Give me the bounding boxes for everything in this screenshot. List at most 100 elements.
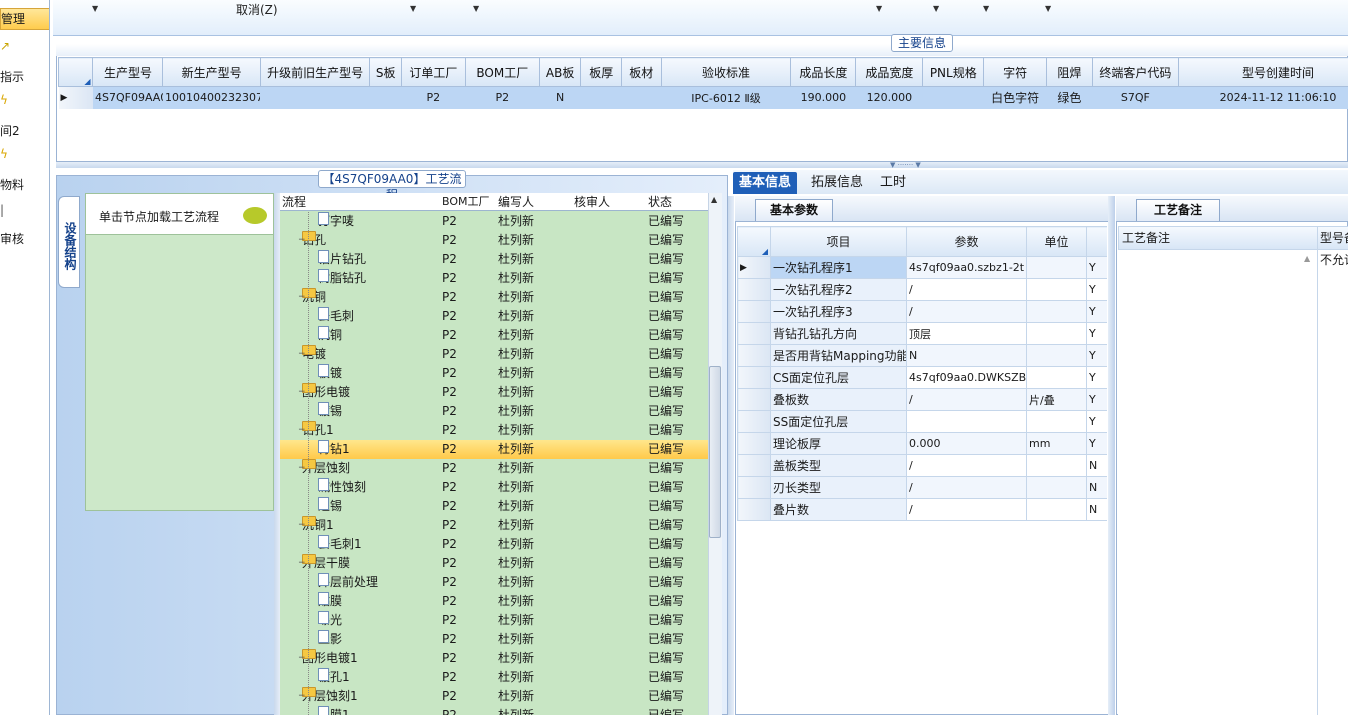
- tree-node[interactable]: 钻孔− P2 杜列新 已编写: [280, 231, 708, 250]
- tab-process-remarks[interactable]: 工艺备注: [1136, 199, 1220, 221]
- tree-header-author[interactable]: 编写人: [498, 194, 534, 210]
- left-nav-item-1[interactable]: ↗ 指示: [0, 40, 49, 84]
- tree-node[interactable]: 钻孔1− P2 杜列新 已编写: [280, 421, 708, 440]
- column-header[interactable]: 成品长度: [790, 57, 857, 87]
- model-remark-header[interactable]: 型号备: [1317, 226, 1348, 250]
- column-header[interactable]: PNL规格: [922, 57, 985, 87]
- param-header-param[interactable]: 参数: [906, 226, 1027, 257]
- column-header[interactable]: S板: [369, 57, 402, 87]
- dropdown-arrow-icon[interactable]: ▼: [983, 4, 989, 13]
- table-cell[interactable]: 2024-11-12 11:06:10: [1178, 87, 1348, 109]
- param-row[interactable]: 刃长类型 / N: [737, 476, 1107, 499]
- param-cell-item[interactable]: 一次钻孔程序2: [770, 278, 907, 301]
- table-cell[interactable]: 10010400232307: [163, 87, 260, 109]
- table-cell[interactable]: S7QF: [1092, 87, 1178, 109]
- param-cell-flag[interactable]: Y: [1086, 322, 1107, 345]
- side-tab-equipment[interactable]: 设备结构: [58, 196, 80, 288]
- param-cell-item[interactable]: 背钻孔钻孔方向: [770, 322, 907, 345]
- collapse-icon[interactable]: −: [298, 687, 306, 706]
- table-row[interactable]: ▶ 4S7QF09AA0 10010400232307 P2 P2 N IPC-…: [58, 86, 1348, 109]
- collapse-icon[interactable]: −: [298, 459, 306, 478]
- param-row[interactable]: 背钻孔钻孔方向 顶层 Y: [737, 322, 1107, 345]
- table-cell[interactable]: [260, 87, 370, 109]
- column-header[interactable]: 验收标准: [660, 57, 792, 87]
- tree-node[interactable]: 背钻1 P2 杜列新 已编写: [280, 440, 708, 459]
- tree-node[interactable]: 外层前处理 P2 杜列新 已编写: [280, 573, 708, 592]
- tree-node[interactable]: 外层蚀刻1− P2 杜列新 已编写: [280, 687, 708, 706]
- tree-node[interactable]: 镀孔1 P2 杜列新 已编写: [280, 668, 708, 687]
- dropdown-arrow-icon[interactable]: ▼: [933, 4, 939, 13]
- param-cell-flag[interactable]: Y: [1086, 278, 1107, 301]
- param-cell-unit[interactable]: [1026, 410, 1087, 433]
- param-cell-item[interactable]: 刃长类型: [770, 476, 907, 499]
- param-cell-item[interactable]: 一次钻孔程序1: [770, 256, 907, 279]
- column-header[interactable]: 成品宽度: [855, 57, 924, 87]
- tree-node[interactable]: 曝光 P2 杜列新 已编写: [280, 611, 708, 630]
- column-header[interactable]: 型号创建时间: [1177, 57, 1348, 87]
- collapse-icon[interactable]: −: [298, 554, 306, 573]
- param-header-flag[interactable]: [1086, 226, 1107, 257]
- left-nav-item-3[interactable]: ϟ 物料: [0, 148, 49, 192]
- param-cell-item[interactable]: SS面定位孔层: [770, 410, 907, 433]
- param-row[interactable]: 叠片数 / N: [737, 498, 1107, 521]
- tab-basic-info[interactable]: 基本信息: [733, 172, 798, 194]
- column-header[interactable]: AB板: [538, 57, 582, 87]
- splitter-grip-icon[interactable]: ▼ ······· ▼: [890, 161, 921, 169]
- param-cell-item[interactable]: 是否用背钻Mapping功能: [770, 344, 907, 367]
- table-cell[interactable]: [622, 87, 662, 109]
- splitter-horizontal[interactable]: [56, 162, 1348, 168]
- dropdown-arrow-icon[interactable]: ▼: [1045, 4, 1051, 13]
- param-row[interactable]: 盖板类型 / N: [737, 454, 1107, 477]
- tree-header-flow[interactable]: 流程: [282, 194, 306, 210]
- table-cell[interactable]: 绿色: [1047, 87, 1093, 109]
- left-nav-item-2[interactable]: ϟ 间2: [0, 94, 49, 138]
- tree-scrollbar-thumb[interactable]: [709, 366, 721, 538]
- table-cell[interactable]: 190.000: [791, 87, 856, 109]
- collapse-icon[interactable]: −: [298, 383, 306, 402]
- table-cell[interactable]: 120.000: [856, 87, 923, 109]
- dropdown-arrow-icon[interactable]: ▼: [876, 4, 882, 13]
- param-cell-item[interactable]: CS面定位孔层: [770, 366, 907, 389]
- remarks-header[interactable]: 工艺备注: [1118, 226, 1318, 250]
- param-cell-param[interactable]: 顶层: [906, 322, 1027, 345]
- param-row[interactable]: 理论板厚 0.000 mm Y: [737, 432, 1107, 455]
- param-cell-param[interactable]: /: [906, 388, 1027, 411]
- column-header[interactable]: 阻焊: [1046, 57, 1093, 87]
- table-cell[interactable]: [581, 87, 622, 109]
- param-header-unit[interactable]: 单位: [1026, 226, 1087, 257]
- param-cell-unit[interactable]: [1026, 344, 1087, 367]
- param-cell-flag[interactable]: Y: [1086, 432, 1107, 455]
- param-cell-unit[interactable]: [1026, 454, 1087, 477]
- param-row[interactable]: 叠板数 / 片/叠 Y: [737, 388, 1107, 411]
- tree-node[interactable]: 外层蚀刻 − P2 杜列新 已编写: [280, 459, 708, 478]
- param-cell-unit[interactable]: [1026, 256, 1087, 279]
- param-cell-param[interactable]: /: [906, 476, 1027, 499]
- tree-node[interactable]: 铝片钻孔 P2 杜列新 已编写: [280, 250, 708, 269]
- column-header[interactable]: 订单工厂: [400, 57, 466, 87]
- column-header[interactable]: 板厚: [580, 57, 623, 87]
- tree-node[interactable]: 显影 P2 杜列新 已编写: [280, 630, 708, 649]
- left-nav-item-4[interactable]: | 审核: [0, 204, 49, 248]
- param-cell-param[interactable]: 4s7qf09aa0.DWKSZBZ: [906, 366, 1027, 389]
- param-cell-param[interactable]: N: [906, 344, 1027, 367]
- node-load-area[interactable]: [85, 193, 274, 511]
- param-cell-flag[interactable]: N: [1086, 454, 1107, 477]
- param-cell-param[interactable]: /: [906, 454, 1027, 477]
- tree-node[interactable]: 图形电镀1− P2 杜列新 已编写: [280, 649, 708, 668]
- param-cell-unit[interactable]: [1026, 322, 1087, 345]
- param-cell-param[interactable]: 0.000: [906, 432, 1027, 455]
- tree-node[interactable]: 退锡 P2 杜列新 已编写: [280, 497, 708, 516]
- collapse-icon[interactable]: −: [298, 345, 306, 364]
- param-cell-param[interactable]: /: [906, 300, 1027, 323]
- param-row[interactable]: ▶ 一次钻孔程序1 4s7qf09aa0.szbz1-2t Y: [737, 256, 1107, 279]
- scroll-up-icon[interactable]: ▲: [711, 195, 717, 204]
- collapse-icon[interactable]: −: [298, 288, 306, 307]
- collapse-icon[interactable]: −: [298, 231, 306, 250]
- tree-node[interactable]: 树脂钻孔 P2 杜列新 已编写: [280, 269, 708, 288]
- collapse-icon[interactable]: −: [298, 649, 306, 668]
- param-cell-param[interactable]: /: [906, 278, 1027, 301]
- param-cell-unit[interactable]: [1026, 300, 1087, 323]
- param-row[interactable]: 一次钻孔程序3/ Y: [737, 300, 1107, 323]
- param-cell-unit[interactable]: mm: [1026, 432, 1087, 455]
- dropdown-arrow-icon[interactable]: ▼: [92, 4, 98, 13]
